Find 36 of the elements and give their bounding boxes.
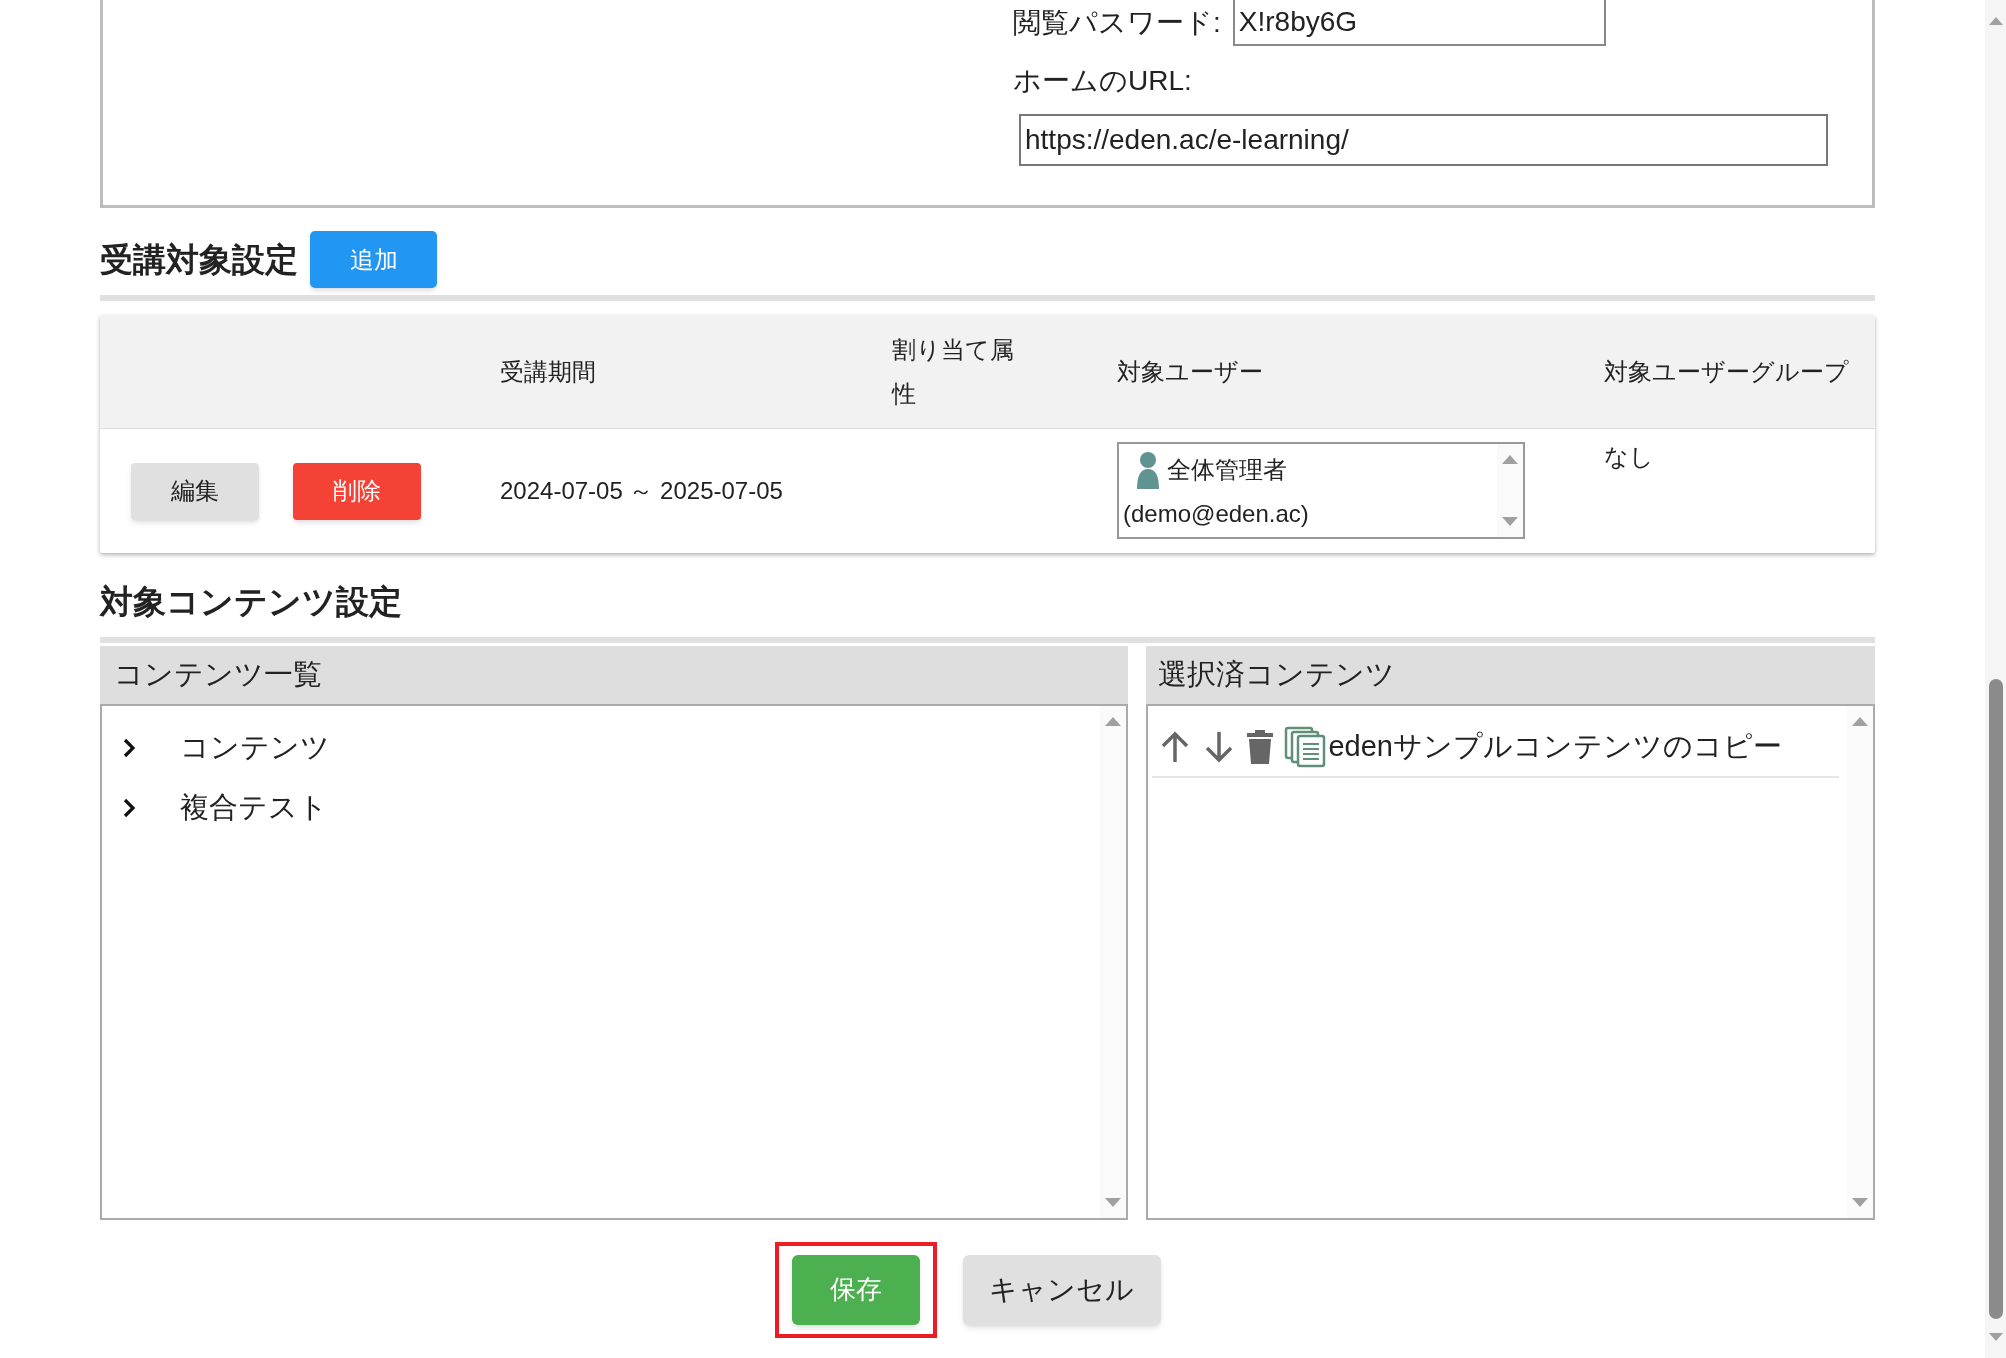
documents-icon bbox=[1284, 725, 1327, 768]
tree-item[interactable]: 複合テスト bbox=[120, 777, 1101, 838]
column-header: 割り当て属性 bbox=[892, 334, 1015, 409]
column-header: 対象ユーザーグループ bbox=[1604, 356, 1850, 387]
section-heading: 対象コンテンツ設定 bbox=[100, 582, 403, 622]
column-header: 受講期間 bbox=[500, 357, 596, 385]
url-field[interactable]: https://eden.ac/e-learning/ bbox=[1019, 114, 1828, 166]
scroll-up-icon[interactable] bbox=[1105, 715, 1122, 726]
scroll-up-icon[interactable] bbox=[1988, 16, 2003, 25]
scroll-down-icon[interactable] bbox=[1852, 1197, 1868, 1208]
delete-button[interactable]: 削除 bbox=[293, 462, 421, 520]
section-heading: 受講対象設定 bbox=[100, 239, 298, 280]
person-icon bbox=[1135, 451, 1161, 489]
content-title: edenサンプルコンテンツのコピー bbox=[1328, 728, 1782, 764]
tree-item[interactable]: コンテンツ bbox=[120, 717, 1101, 778]
scroll-down-icon[interactable] bbox=[1105, 1197, 1122, 1208]
scroll-down-icon[interactable] bbox=[1988, 1333, 2003, 1342]
table-cell-text: 2024-07-05 ～ 2025-07-05 bbox=[500, 476, 783, 506]
user-email: (demo@eden.ac) bbox=[1123, 500, 1309, 527]
panel-title: コンテンツ一覧 bbox=[114, 656, 322, 692]
trash-icon[interactable] bbox=[1246, 728, 1275, 765]
scroll-down-icon[interactable] bbox=[1502, 517, 1518, 527]
table-cell: なし bbox=[1604, 443, 1654, 470]
field-label: 閲覧パスワード: bbox=[1013, 6, 1221, 40]
edit-button[interactable]: 編集 bbox=[131, 462, 259, 520]
column-header: 対象ユーザー bbox=[1117, 357, 1263, 385]
user-list-box[interactable]: 全体管理者 (demo@eden.ac) bbox=[1117, 442, 1525, 539]
password-field[interactable]: X!r8by6G bbox=[1232, 0, 1606, 46]
scrollbar[interactable] bbox=[1985, 0, 2006, 1358]
scrollbar-thumb[interactable] bbox=[1988, 679, 2003, 1319]
user-name: 全体管理者 bbox=[1167, 455, 1287, 485]
scroll-up-icon[interactable] bbox=[1502, 454, 1518, 464]
scroll-up-icon[interactable] bbox=[1852, 715, 1868, 726]
panel-title: 選択済コンテンツ bbox=[1158, 656, 1396, 692]
field-label: ホームのURL: bbox=[1013, 64, 1193, 98]
cancel-button[interactable]: キャンセル bbox=[962, 1254, 1161, 1325]
